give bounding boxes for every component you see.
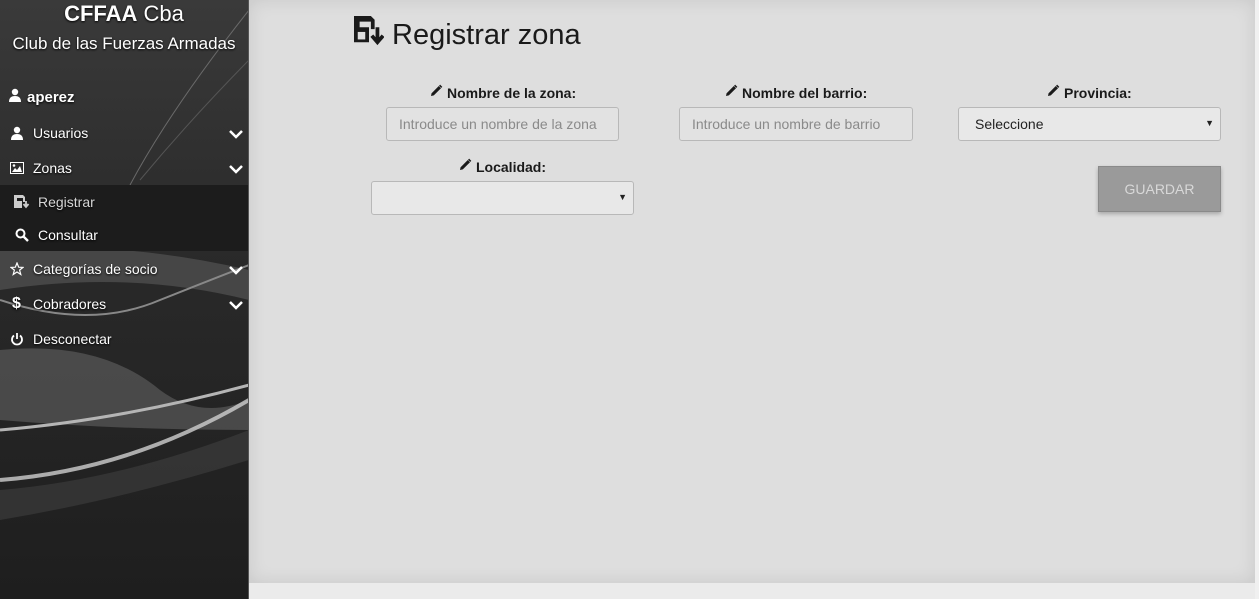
label-text: Localidad: <box>476 158 547 175</box>
pencil-icon <box>458 158 472 175</box>
nombre-zona-input[interactable] <box>386 107 619 141</box>
sidebar-menu: Usuarios Zonas Registrar Consultar Categ… <box>0 115 248 356</box>
picture-icon <box>8 161 25 174</box>
sidebar-item-registrar[interactable]: Registrar <box>0 185 248 218</box>
sidebar-item-cobradores[interactable]: $ Cobradores <box>0 286 248 321</box>
sidebar-item-consultar[interactable]: Consultar <box>0 218 248 251</box>
right-edge <box>1255 0 1259 599</box>
label-nombre-barrio: Nombre del barrio: <box>724 84 867 101</box>
label-nombre-zona: Nombre de la zona: <box>429 84 576 101</box>
sidebar-item-categorias[interactable]: Categorías de socio <box>0 251 248 286</box>
label-provincia: Provincia: <box>1046 84 1132 101</box>
user-name: aperez <box>27 88 75 106</box>
pencil-icon <box>429 84 443 101</box>
brand-title: CFFAA Cba <box>0 2 248 26</box>
sidebar-item-label: Cobradores <box>33 295 107 312</box>
brand-subtitle: Club de las Fuerzas Armadas <box>12 34 236 53</box>
save-download-icon <box>354 16 385 54</box>
sidebar-item-usuarios[interactable]: Usuarios <box>0 115 248 150</box>
chevron-down-icon <box>229 297 243 313</box>
sidebar-item-label: Categorías de socio <box>33 260 158 277</box>
caret-down-icon: ▼ <box>618 192 627 202</box>
chevron-down-icon <box>229 161 243 177</box>
page-title-text: Registrar zona <box>392 18 581 51</box>
label-text: Nombre del barrio: <box>742 84 868 101</box>
sidebar-item-label: Consultar <box>38 226 98 243</box>
search-icon <box>13 228 30 242</box>
sidebar-item-label: Zonas <box>33 159 72 176</box>
provincia-selected-value: Seleccione <box>975 116 1044 132</box>
save-button[interactable]: GUARDAR <box>1098 166 1221 212</box>
star-icon <box>8 261 25 276</box>
brand: CFFAA Cba Club de las Fuerzas Armadas <box>0 0 248 55</box>
page-title: Registrar zona <box>354 16 581 54</box>
main-content: Registrar zona Nombre de la zona: Nombre… <box>249 0 1255 583</box>
nombre-barrio-input[interactable] <box>679 107 913 141</box>
sidebar-item-label: Usuarios <box>33 124 89 141</box>
current-user[interactable]: aperez <box>8 88 75 106</box>
label-text: Nombre de la zona: <box>447 84 577 101</box>
brand-title-rest: Cba <box>143 1 184 26</box>
sidebar-item-label: Desconectar <box>33 330 112 347</box>
label-localidad: Localidad: <box>458 158 546 175</box>
sidebar-item-label: Registrar <box>38 193 95 210</box>
brand-title-bold: CFFAA <box>64 1 138 26</box>
user-icon <box>8 126 25 140</box>
power-icon <box>8 332 25 346</box>
pencil-icon <box>1046 84 1060 101</box>
user-icon <box>8 88 22 106</box>
save-download-icon <box>13 194 30 209</box>
chevron-down-icon <box>229 126 243 142</box>
localidad-select[interactable]: ▼ <box>371 181 634 215</box>
caret-down-icon: ▼ <box>1205 118 1214 128</box>
dollar-icon: $ <box>12 294 21 312</box>
provincia-select[interactable]: Seleccione ▼ <box>958 107 1221 141</box>
pencil-icon <box>724 84 738 101</box>
bottom-edge <box>249 583 1259 599</box>
sidebar-item-zonas[interactable]: Zonas <box>0 150 248 185</box>
zonas-submenu: Registrar Consultar <box>0 185 248 251</box>
sidebar: CFFAA Cba Club de las Fuerzas Armadas ap… <box>0 0 249 599</box>
chevron-down-icon <box>229 262 243 278</box>
label-text: Provincia: <box>1064 84 1132 101</box>
sidebar-item-desconectar[interactable]: Desconectar <box>0 321 248 356</box>
